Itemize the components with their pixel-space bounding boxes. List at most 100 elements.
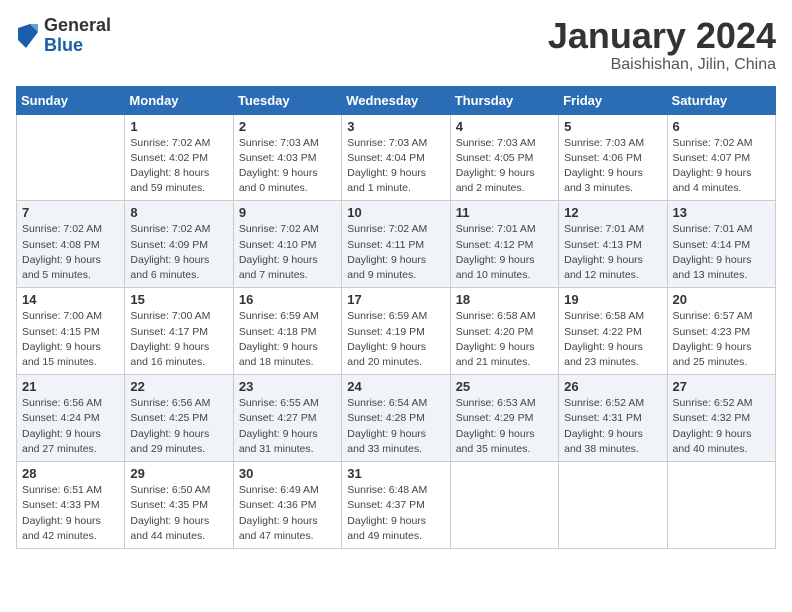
calendar-cell: 18 Sunrise: 6:58 AMSunset: 4:20 PMDayligh…	[450, 288, 558, 375]
header: General Blue January 2024 Baishishan, Ji…	[16, 16, 776, 74]
calendar-cell: 14Sunrise: 7:00 AMSunset: 4:15 PMDayligh…	[17, 288, 125, 375]
day-info: Sunrise: 6:57 AMSunset: 4:23 PMDaylight:…	[673, 309, 770, 370]
day-number: 11	[456, 205, 553, 220]
weekday-row: Sunday Monday Tuesday Wednesday Thursday…	[17, 86, 776, 114]
day-info: Sunrise: 6:51 AMSunset: 4:33 PMDaylight:…	[22, 483, 119, 544]
logo-general-text: General	[44, 16, 111, 36]
week-row-2: 14Sunrise: 7:00 AMSunset: 4:15 PMDayligh…	[17, 288, 776, 375]
day-number: 13	[673, 205, 770, 220]
day-info: Sunrise: 6:52 AMSunset: 4:32 PMDaylight:…	[673, 396, 770, 457]
calendar-cell: 29 Sunrise: 6:50 AMSunset: 4:35 PMDayligh…	[125, 462, 233, 549]
day-info: Sunrise: 6:58 AMSunset: 4:20 PMDaylight:…	[456, 309, 553, 370]
logo-text: General Blue	[44, 16, 111, 56]
day-number: 7	[22, 205, 119, 220]
day-number: 22	[130, 379, 227, 394]
day-number: 16	[239, 292, 336, 307]
calendar-cell: 26 Sunrise: 6:52 AMSunset: 4:31 PMDayligh…	[559, 375, 667, 462]
day-number: 29	[130, 466, 227, 481]
calendar-cell: 7 Sunrise: 7:02 AMSunset: 4:08 PMDaylight…	[17, 201, 125, 288]
week-row-1: 7 Sunrise: 7:02 AMSunset: 4:08 PMDaylight…	[17, 201, 776, 288]
month-title: January 2024	[548, 16, 776, 56]
day-info: Sunrise: 7:02 AMSunset: 4:08 PMDaylight:…	[22, 222, 119, 283]
day-number: 19	[564, 292, 661, 307]
calendar-cell: 2 Sunrise: 7:03 AMSunset: 4:03 PMDaylight…	[233, 114, 341, 201]
calendar-cell: 9Sunrise: 7:02 AMSunset: 4:10 PMDaylight…	[233, 201, 341, 288]
day-info: Sunrise: 6:50 AMSunset: 4:35 PMDaylight:…	[130, 483, 227, 544]
day-number: 24	[347, 379, 444, 394]
calendar-cell	[559, 462, 667, 549]
day-info: Sunrise: 7:01 AMSunset: 4:13 PMDaylight:…	[564, 222, 661, 283]
day-number: 17	[347, 292, 444, 307]
week-row-3: 21 Sunrise: 6:56 AMSunset: 4:24 PMDayligh…	[17, 375, 776, 462]
calendar-cell: 13 Sunrise: 7:01 AMSunset: 4:14 PMDayligh…	[667, 201, 775, 288]
calendar-cell: 10 Sunrise: 7:02 AMSunset: 4:11 PMDayligh…	[342, 201, 450, 288]
day-info: Sunrise: 6:56 AMSunset: 4:24 PMDaylight:…	[22, 396, 119, 457]
day-info: Sunrise: 6:54 AMSunset: 4:28 PMDaylight:…	[347, 396, 444, 457]
logo-blue-text: Blue	[44, 36, 111, 56]
calendar-cell: 3Sunrise: 7:03 AMSunset: 4:04 PMDaylight…	[342, 114, 450, 201]
header-friday: Friday	[559, 86, 667, 114]
day-info: Sunrise: 6:49 AMSunset: 4:36 PMDaylight:…	[239, 483, 336, 544]
calendar-cell: 6Sunrise: 7:02 AMSunset: 4:07 PMDaylight…	[667, 114, 775, 201]
day-number: 25	[456, 379, 553, 394]
day-info: Sunrise: 7:03 AMSunset: 4:03 PMDaylight:…	[239, 136, 336, 197]
calendar-cell: 30 Sunrise: 6:49 AMSunset: 4:36 PMDayligh…	[233, 462, 341, 549]
day-number: 28	[22, 466, 119, 481]
calendar-cell: 17 Sunrise: 6:59 AMSunset: 4:19 PMDayligh…	[342, 288, 450, 375]
header-wednesday: Wednesday	[342, 86, 450, 114]
day-number: 18	[456, 292, 553, 307]
day-number: 27	[673, 379, 770, 394]
header-thursday: Thursday	[450, 86, 558, 114]
day-number: 14	[22, 292, 119, 307]
day-number: 2	[239, 119, 336, 134]
calendar-cell: 1 Sunrise: 7:02 AMSunset: 4:02 PMDaylight…	[125, 114, 233, 201]
day-number: 21	[22, 379, 119, 394]
day-number: 20	[673, 292, 770, 307]
calendar-cell: 25 Sunrise: 6:53 AMSunset: 4:29 PMDayligh…	[450, 375, 558, 462]
day-info: Sunrise: 6:53 AMSunset: 4:29 PMDaylight:…	[456, 396, 553, 457]
calendar-cell: 11 Sunrise: 7:01 AMSunset: 4:12 PMDayligh…	[450, 201, 558, 288]
day-number: 3	[347, 119, 444, 134]
day-info: Sunrise: 6:48 AMSunset: 4:37 PMDaylight:…	[347, 483, 444, 544]
calendar-cell	[667, 462, 775, 549]
day-info: Sunrise: 7:00 AMSunset: 4:17 PMDaylight:…	[130, 309, 227, 370]
day-info: Sunrise: 7:01 AMSunset: 4:14 PMDaylight:…	[673, 222, 770, 283]
header-sunday: Sunday	[17, 86, 125, 114]
calendar-cell: 12 Sunrise: 7:01 AMSunset: 4:13 PMDayligh…	[559, 201, 667, 288]
calendar-cell: 20 Sunrise: 6:57 AMSunset: 4:23 PMDayligh…	[667, 288, 775, 375]
day-info: Sunrise: 7:02 AMSunset: 4:11 PMDaylight:…	[347, 222, 444, 283]
day-number: 10	[347, 205, 444, 220]
day-info: Sunrise: 7:02 AMSunset: 4:09 PMDaylight:…	[130, 222, 227, 283]
calendar-cell: 22Sunrise: 6:56 AMSunset: 4:25 PMDayligh…	[125, 375, 233, 462]
title-area: January 2024 Baishishan, Jilin, China	[548, 16, 776, 74]
calendar-header: Sunday Monday Tuesday Wednesday Thursday…	[17, 86, 776, 114]
header-tuesday: Tuesday	[233, 86, 341, 114]
day-number: 1	[130, 119, 227, 134]
calendar-cell: 8Sunrise: 7:02 AMSunset: 4:09 PMDaylight…	[125, 201, 233, 288]
day-info: Sunrise: 7:02 AMSunset: 4:02 PMDaylight:…	[130, 136, 227, 197]
day-number: 30	[239, 466, 336, 481]
calendar-cell: 15 Sunrise: 7:00 AMSunset: 4:17 PMDayligh…	[125, 288, 233, 375]
day-info: Sunrise: 6:52 AMSunset: 4:31 PMDaylight:…	[564, 396, 661, 457]
calendar-table: Sunday Monday Tuesday Wednesday Thursday…	[16, 86, 776, 549]
day-info: Sunrise: 7:02 AMSunset: 4:07 PMDaylight:…	[673, 136, 770, 197]
calendar-cell	[17, 114, 125, 201]
day-number: 12	[564, 205, 661, 220]
day-number: 26	[564, 379, 661, 394]
day-number: 4	[456, 119, 553, 134]
logo: General Blue	[16, 16, 111, 56]
calendar-cell: 16 Sunrise: 6:59 AMSunset: 4:18 PMDayligh…	[233, 288, 341, 375]
week-row-0: 1 Sunrise: 7:02 AMSunset: 4:02 PMDaylight…	[17, 114, 776, 201]
day-info: Sunrise: 6:55 AMSunset: 4:27 PMDaylight:…	[239, 396, 336, 457]
calendar-cell	[450, 462, 558, 549]
calendar-body: 1 Sunrise: 7:02 AMSunset: 4:02 PMDaylight…	[17, 114, 776, 548]
day-info: Sunrise: 7:01 AMSunset: 4:12 PMDaylight:…	[456, 222, 553, 283]
calendar-cell: 24 Sunrise: 6:54 AMSunset: 4:28 PMDayligh…	[342, 375, 450, 462]
day-number: 31	[347, 466, 444, 481]
day-info: Sunrise: 6:59 AMSunset: 4:18 PMDaylight:…	[239, 309, 336, 370]
header-monday: Monday	[125, 86, 233, 114]
week-row-4: 28 Sunrise: 6:51 AMSunset: 4:33 PMDayligh…	[17, 462, 776, 549]
calendar-cell: 28 Sunrise: 6:51 AMSunset: 4:33 PMDayligh…	[17, 462, 125, 549]
day-number: 15	[130, 292, 227, 307]
day-info: Sunrise: 6:59 AMSunset: 4:19 PMDaylight:…	[347, 309, 444, 370]
